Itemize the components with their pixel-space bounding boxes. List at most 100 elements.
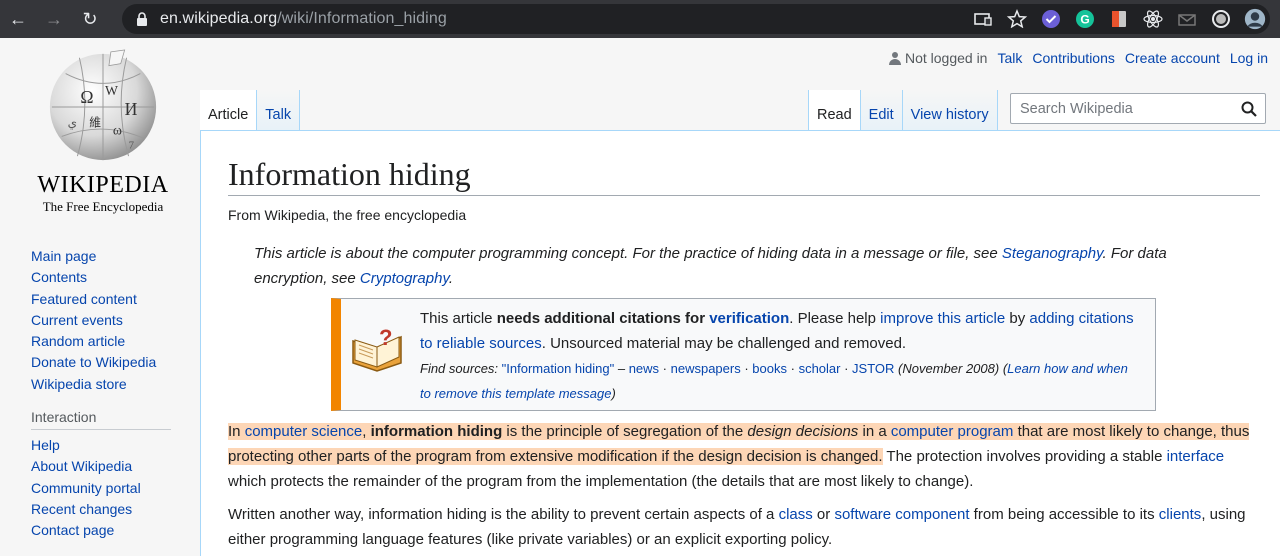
tab-read[interactable]: Read: [808, 90, 861, 130]
sidebar-item-community-portal[interactable]: Community portal: [31, 478, 201, 499]
contributions-link[interactable]: Contributions: [1032, 50, 1115, 66]
intro-paragraph: In computer science, information hiding …: [228, 419, 1262, 494]
design-decisions-italic: design decisions: [747, 423, 859, 440]
user-icon: [888, 51, 901, 65]
sidebar: Main page Contents Featured content Curr…: [31, 246, 201, 542]
forward-icon[interactable]: →: [36, 0, 72, 38]
site-subtitle: From Wikipedia, the free encyclopedia: [228, 207, 467, 223]
namespace-tabs: Article Talk: [200, 90, 301, 130]
personal-tools: Not logged in Talk Contributions Create …: [888, 50, 1268, 66]
office-extension-icon[interactable]: [1108, 8, 1130, 30]
steganography-link[interactable]: Steganography: [1002, 245, 1103, 262]
svg-text:И: И: [125, 99, 138, 119]
svg-text:ω: ω: [113, 123, 122, 138]
profile-avatar-icon[interactable]: [1244, 8, 1266, 30]
news-link[interactable]: news: [629, 361, 659, 376]
personal-talk-link[interactable]: Talk: [997, 50, 1022, 66]
second-paragraph: Written another way, information hiding …: [228, 502, 1262, 552]
tab-view-history[interactable]: View history: [902, 90, 998, 130]
svg-text:維: 維: [89, 116, 101, 130]
citation-message: This article needs additional citations …: [420, 306, 1140, 406]
tab-edit[interactable]: Edit: [860, 90, 903, 130]
newspapers-link[interactable]: newspapers: [671, 361, 741, 376]
hatnote: This article is about the computer progr…: [228, 241, 1238, 291]
jstor-link[interactable]: JSTOR: [852, 361, 894, 376]
svg-text:ي: ي: [68, 116, 77, 130]
cast-icon[interactable]: [972, 8, 994, 30]
sidebar-item-help[interactable]: Help: [31, 435, 201, 456]
sources-separator: ·: [840, 361, 853, 376]
react-devtools-icon[interactable]: [1142, 8, 1164, 30]
verification-link[interactable]: verification: [709, 310, 789, 327]
ambox-text-1: This article: [420, 310, 497, 327]
find-sources-query-link[interactable]: "Information hiding": [502, 361, 615, 376]
search-icon[interactable]: [1241, 101, 1257, 117]
improve-article-link[interactable]: improve this article: [880, 310, 1005, 327]
sidebar-heading-interaction: Interaction: [31, 409, 171, 431]
class-link[interactable]: class: [779, 506, 813, 523]
clients-link[interactable]: clients: [1159, 506, 1202, 523]
find-sources-dash: –: [614, 361, 629, 376]
find-sources-label: Find sources:: [420, 361, 502, 376]
template-close-paren: ): [611, 386, 616, 401]
sources-separator: ·: [787, 361, 799, 376]
browser-toolbar: ← → ↻ en.wikipedia.org/wiki/Information_…: [0, 0, 1280, 38]
scholar-link[interactable]: scholar: [799, 361, 841, 376]
p2-text-1: Written another way, information hiding …: [228, 506, 779, 523]
back-icon[interactable]: ←: [0, 0, 36, 38]
sidebar-item-featured-content[interactable]: Featured content: [31, 289, 201, 310]
sidebar-nav: Main page Contents Featured content Curr…: [31, 246, 201, 395]
wikipedia-logo[interactable]: Ω W И 維 ω ي 7 WIKIPEDIA The Free Encyclo…: [30, 46, 176, 215]
p1-text-6: The protection involves providing a stab…: [882, 448, 1167, 465]
tab-talk[interactable]: Talk: [257, 90, 301, 130]
wikipedia-wordmark: WIKIPEDIA: [37, 172, 169, 198]
p1-text-2: ,: [362, 423, 371, 440]
verify-extension-icon[interactable]: [1040, 8, 1062, 30]
hatnote-text-3: .: [448, 270, 454, 287]
computer-program-link[interactable]: computer program: [891, 423, 1014, 440]
grammarly-icon[interactable]: G: [1074, 8, 1096, 30]
sidebar-item-contents[interactable]: Contents: [31, 267, 201, 288]
article-content: Information hiding From Wikipedia, the f…: [200, 130, 1280, 556]
not-logged-in: Not logged in: [888, 50, 987, 66]
computer-science-link[interactable]: computer science: [245, 423, 363, 440]
wikipedia-tagline: The Free Encyclopedia: [42, 199, 164, 214]
cryptography-link[interactable]: Cryptography: [360, 270, 449, 287]
extension-row: G: [972, 5, 1266, 33]
citation-needed-box: ? This article needs additional citation…: [331, 298, 1156, 411]
p1-text-3: is the principle of segregation of the: [502, 423, 748, 440]
sidebar-item-contact-page[interactable]: Contact page: [31, 520, 201, 541]
sidebar-item-random-article[interactable]: Random article: [31, 331, 201, 352]
reload-icon[interactable]: ↻: [72, 0, 108, 38]
url-host: en.wikipedia.org: [160, 10, 278, 27]
svg-text:Ω: Ω: [80, 87, 93, 107]
ambox-bold: needs additional citations for: [496, 310, 710, 327]
mail-extension-icon[interactable]: [1176, 8, 1198, 30]
star-icon[interactable]: [1006, 8, 1028, 30]
sidebar-item-recent-changes[interactable]: Recent changes: [31, 499, 201, 520]
p1-text-4: in a: [858, 423, 891, 440]
view-tabs: Read Edit View history: [808, 90, 998, 130]
svg-text:7: 7: [129, 139, 135, 151]
hatnote-text-1: This article is about the computer progr…: [254, 245, 1002, 262]
software-component-link[interactable]: software component: [834, 506, 969, 523]
template-date: (November 2008) (: [894, 361, 1008, 376]
books-link[interactable]: books: [752, 361, 787, 376]
sidebar-item-main-page[interactable]: Main page: [31, 246, 201, 267]
ambox-text-4: . Unsourced material may be challenged a…: [541, 335, 907, 352]
tab-article[interactable]: Article: [200, 90, 258, 130]
ambox-text-3: by: [1005, 310, 1030, 327]
p2-text-3: from being accessible to its: [969, 506, 1159, 523]
sidebar-item-donate[interactable]: Donate to Wikipedia: [31, 352, 201, 373]
create-account-link[interactable]: Create account: [1125, 50, 1220, 66]
sidebar-item-about[interactable]: About Wikipedia: [31, 456, 201, 477]
sources-separator: ·: [740, 361, 753, 376]
book-question-icon: ?: [352, 325, 402, 372]
circle-extension-icon[interactable]: [1210, 8, 1232, 30]
interface-link[interactable]: interface: [1167, 448, 1225, 465]
log-in-link[interactable]: Log in: [1230, 50, 1268, 66]
search-input[interactable]: [1018, 99, 1238, 118]
sidebar-item-current-events[interactable]: Current events: [31, 310, 201, 331]
wikipedia-page: Ω W И 維 ω ي 7 WIKIPEDIA The Free Encyclo…: [0, 38, 1280, 556]
sidebar-item-store[interactable]: Wikipedia store: [31, 374, 201, 395]
